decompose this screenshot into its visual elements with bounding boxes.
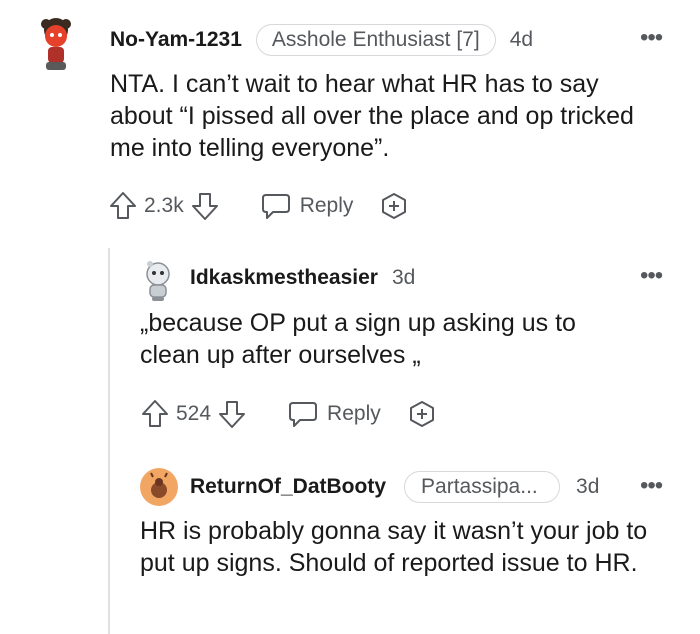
comment-body: NTA. I can’t wait to hear what HR has to… (110, 70, 634, 162)
arrow-up-icon[interactable] (140, 398, 170, 430)
reply-button[interactable]: Reply (260, 191, 354, 221)
user-avatar[interactable] (32, 14, 80, 72)
comment-header: ReturnOf_DatBooty Partassipa... 3d (190, 467, 599, 507)
comment-actions: 2.3k Reply (108, 186, 409, 226)
thread-line-level-1[interactable] (108, 248, 110, 634)
more-dots-icon[interactable]: ••• (640, 474, 663, 498)
username[interactable]: Idkaskmestheasier (190, 266, 378, 290)
more-dots-icon[interactable]: ••• (640, 26, 663, 50)
reply-button[interactable]: Reply (287, 399, 381, 429)
comment-header: No-Yam-1231 Asshole Enthusiast [7] 4d (110, 20, 533, 60)
comment-actions: 524 Reply (140, 394, 437, 434)
vote-count: 524 (176, 402, 212, 425)
comment-body: HR is probably gonna say it wasn’t your … (140, 517, 648, 577)
user-flair: Asshole Enthusiast [7] (255, 24, 496, 56)
user-flair: Partassipa... (404, 471, 561, 503)
comment-header: Idkaskmestheasier 3d (190, 258, 415, 298)
arrow-down-icon[interactable] (217, 398, 247, 430)
username[interactable]: ReturnOf_DatBooty (190, 475, 386, 499)
more-dots-icon[interactable]: ••• (640, 264, 663, 288)
timestamp: 3d (576, 475, 600, 498)
timestamp: 3d (391, 266, 416, 289)
vote-count: 2.3k (144, 194, 184, 217)
speech-bubble-icon (287, 399, 319, 429)
reply-label: Reply (299, 194, 354, 217)
username[interactable]: No-Yam-1231 (110, 28, 242, 52)
user-avatar[interactable] (140, 260, 176, 302)
comment-body: „because OP put a sign up asking us to c… (140, 309, 576, 369)
arrow-down-icon[interactable] (190, 190, 220, 222)
user-avatar[interactable] (140, 468, 178, 506)
timestamp: 4d (509, 28, 534, 51)
speech-bubble-icon (260, 191, 292, 221)
award-plus-icon[interactable] (407, 399, 437, 429)
award-plus-icon[interactable] (379, 191, 409, 221)
arrow-up-icon[interactable] (108, 190, 138, 222)
reply-label: Reply (327, 402, 381, 425)
